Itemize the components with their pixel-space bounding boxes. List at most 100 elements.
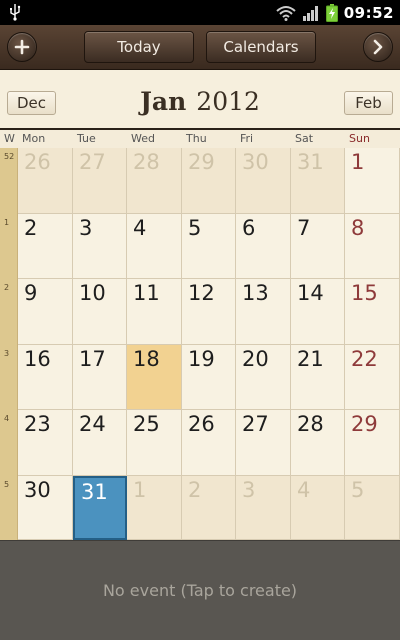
no-event-message[interactable]: No event (Tap to create) bbox=[0, 581, 400, 600]
day-cell[interactable]: 26 bbox=[18, 148, 73, 214]
weekday-sun: Sun bbox=[349, 132, 370, 145]
day-number: 31 bbox=[81, 480, 108, 504]
next-view-button[interactable] bbox=[363, 32, 393, 62]
weekday-header: W Mon Tue Wed Thu Fri Sat Sun bbox=[0, 130, 400, 148]
day-number: 1 bbox=[133, 478, 147, 502]
day-number: 8 bbox=[351, 216, 365, 240]
day-number: 3 bbox=[79, 216, 93, 240]
day-number: 15 bbox=[351, 281, 378, 305]
day-cell[interactable]: 16 bbox=[18, 345, 73, 410]
day-cell[interactable]: 1 bbox=[345, 148, 400, 214]
day-cell[interactable]: 9 bbox=[18, 279, 73, 345]
day-number: 29 bbox=[188, 150, 215, 174]
day-number: 17 bbox=[79, 347, 106, 371]
clock-time: 09:52 bbox=[343, 3, 394, 22]
day-cell[interactable]: 24 bbox=[73, 410, 127, 476]
day-number: 3 bbox=[242, 478, 256, 502]
day-number: 14 bbox=[297, 281, 324, 305]
day-number: 16 bbox=[24, 347, 51, 371]
day-cell[interactable]: 3 bbox=[73, 214, 127, 279]
month-header: Dec Jan 2012 Feb bbox=[0, 70, 400, 130]
day-cell[interactable]: 25 bbox=[127, 410, 182, 476]
day-number: 5 bbox=[351, 478, 365, 502]
week-number: 52 bbox=[4, 152, 15, 161]
day-cell[interactable]: 11 bbox=[127, 279, 182, 345]
day-cell[interactable]: 15 bbox=[345, 279, 400, 345]
day-cell[interactable]: 30 bbox=[236, 148, 291, 214]
day-cell[interactable]: 2 bbox=[18, 214, 73, 279]
battery-charging-icon bbox=[325, 3, 338, 22]
day-number: 1 bbox=[351, 150, 365, 174]
day-number: 30 bbox=[242, 150, 269, 174]
day-cell[interactable]: 27 bbox=[73, 148, 127, 214]
day-cell[interactable]: 14 bbox=[291, 279, 345, 345]
day-cell[interactable]: 20 bbox=[236, 345, 291, 410]
day-cell-today[interactable]: 18 bbox=[127, 345, 182, 410]
day-cell[interactable]: 29 bbox=[182, 148, 236, 214]
day-number: 11 bbox=[133, 281, 160, 305]
day-cell[interactable]: 5 bbox=[345, 476, 400, 540]
month-grid: 52 1 2 3 4 5 26 27 28 29 30 31 1 2 3 4 5 6 7 8 9 10 11 12 13 14 1… bbox=[0, 148, 400, 540]
day-number: 30 bbox=[24, 478, 51, 502]
day-number: 27 bbox=[242, 412, 269, 436]
day-cell[interactable]: 28 bbox=[291, 410, 345, 476]
day-cell[interactable]: 23 bbox=[18, 410, 73, 476]
status-bar: 09:52 bbox=[0, 0, 400, 25]
day-number: 28 bbox=[133, 150, 160, 174]
weekday-sat: Sat bbox=[295, 132, 314, 145]
day-number: 26 bbox=[24, 150, 51, 174]
day-number: 10 bbox=[79, 281, 106, 305]
day-number: 2 bbox=[24, 216, 38, 240]
day-cell[interactable]: 17 bbox=[73, 345, 127, 410]
weekday-thu: Thu bbox=[186, 132, 207, 145]
wifi-icon bbox=[276, 5, 296, 21]
day-number: 24 bbox=[79, 412, 106, 436]
day-number: 22 bbox=[351, 347, 378, 371]
day-cell[interactable]: 6 bbox=[236, 214, 291, 279]
day-number: 9 bbox=[24, 281, 38, 305]
day-cell[interactable]: 29 bbox=[345, 410, 400, 476]
day-number: 12 bbox=[188, 281, 215, 305]
month-title: Jan 2012 bbox=[0, 87, 400, 116]
day-cell[interactable]: 31 bbox=[291, 148, 345, 214]
day-number: 19 bbox=[188, 347, 215, 371]
day-cell[interactable]: 4 bbox=[291, 476, 345, 540]
day-number: 5 bbox=[188, 216, 202, 240]
today-button[interactable]: Today bbox=[84, 31, 194, 63]
event-panel[interactable]: No event (Tap to create) bbox=[0, 540, 400, 640]
day-cell[interactable]: 30 bbox=[18, 476, 73, 540]
day-cell[interactable]: 1 bbox=[127, 476, 182, 540]
day-cell[interactable]: 7 bbox=[291, 214, 345, 279]
day-cell[interactable]: 2 bbox=[182, 476, 236, 540]
day-cell[interactable]: 28 bbox=[127, 148, 182, 214]
day-number: 4 bbox=[133, 216, 147, 240]
day-cell[interactable]: 3 bbox=[236, 476, 291, 540]
day-cell[interactable]: 8 bbox=[345, 214, 400, 279]
week-number: 2 bbox=[4, 283, 10, 292]
day-cell-selected[interactable]: 31 bbox=[73, 476, 127, 540]
day-cell[interactable]: 13 bbox=[236, 279, 291, 345]
signal-icon bbox=[302, 5, 318, 21]
day-cell[interactable]: 10 bbox=[73, 279, 127, 345]
calendar-toolbar: Today Calendars bbox=[0, 25, 400, 70]
day-cell[interactable]: 19 bbox=[182, 345, 236, 410]
day-cell[interactable]: 4 bbox=[127, 214, 182, 279]
day-number: 26 bbox=[188, 412, 215, 436]
weekday-wed: Wed bbox=[131, 132, 155, 145]
add-event-button[interactable] bbox=[7, 32, 37, 62]
month-name: Jan bbox=[140, 87, 187, 116]
day-cell[interactable]: 22 bbox=[345, 345, 400, 410]
week-number: 5 bbox=[4, 480, 10, 489]
chevron-right-icon bbox=[373, 39, 383, 55]
next-month-button[interactable]: Feb bbox=[344, 91, 393, 115]
day-cell[interactable]: 12 bbox=[182, 279, 236, 345]
day-number: 21 bbox=[297, 347, 324, 371]
day-number: 6 bbox=[242, 216, 256, 240]
day-cell[interactable]: 26 bbox=[182, 410, 236, 476]
day-cell[interactable]: 5 bbox=[182, 214, 236, 279]
week-number-column: 52 1 2 3 4 5 bbox=[0, 148, 18, 540]
calendars-button[interactable]: Calendars bbox=[206, 31, 316, 63]
day-cell[interactable]: 27 bbox=[236, 410, 291, 476]
day-cell[interactable]: 21 bbox=[291, 345, 345, 410]
day-number: 4 bbox=[297, 478, 311, 502]
